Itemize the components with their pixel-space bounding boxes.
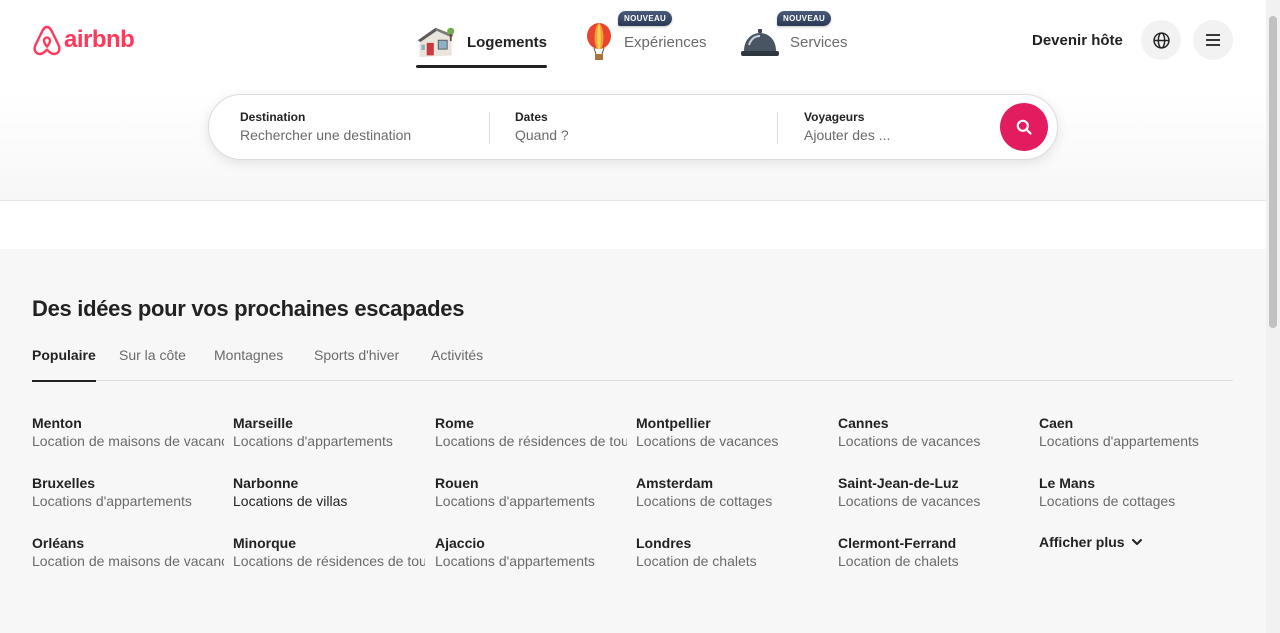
- guests-label: Voyageurs: [804, 110, 865, 124]
- dates-segment[interactable]: Dates: [515, 95, 775, 159]
- inspiration-section: Des idées pour vos prochaines escapades …: [0, 249, 1266, 633]
- destination-desc: Locations de vacances: [636, 433, 779, 449]
- destination-desc: Locations de cottages: [636, 493, 773, 509]
- header: airbnb Logements Expériences NOUVEAU Ser…: [0, 0, 1266, 201]
- destination-desc: Locations de vacances: [838, 493, 981, 509]
- destination-link[interactable]: Bruxelles Locations d'appartements: [32, 474, 224, 510]
- menu-button[interactable]: [1193, 20, 1233, 60]
- destination-desc: Location de maisons de vacances: [32, 433, 224, 449]
- tab-logements[interactable]: Logements: [416, 14, 547, 70]
- destination-desc: Locations de cottages: [1039, 493, 1176, 509]
- destination-desc: Locations d'appartements: [435, 553, 595, 569]
- destination-link[interactable]: Rome Locations de résidences de tourisme: [435, 414, 627, 450]
- destination-city: Saint-Jean-de-Luz: [838, 475, 959, 491]
- destination-link[interactable]: Amsterdam Locations de cottages: [636, 474, 828, 510]
- dates-input[interactable]: [515, 127, 745, 143]
- guests-segment[interactable]: Voyageurs: [804, 95, 984, 159]
- destination-desc: Locations de résidences de tourisme: [435, 433, 627, 449]
- tab-montagnes[interactable]: Montagnes: [214, 335, 283, 381]
- new-badge: NOUVEAU: [618, 11, 673, 26]
- destination-link[interactable]: Orléans Location de maisons de vacances: [32, 534, 224, 570]
- globe-icon: [1152, 31, 1170, 49]
- destination-city: Narbonne: [233, 475, 299, 491]
- destination-desc: Locations de villas: [233, 493, 348, 509]
- destination-desc: Locations d'appartements: [435, 493, 595, 509]
- section-title: Des idées pour vos prochaines escapades: [32, 296, 465, 321]
- destination-link[interactable]: Narbonne Locations de villas: [233, 474, 425, 510]
- destination-desc: Location de chalets: [636, 553, 757, 569]
- tab-experiences-label: Expériences: [624, 33, 707, 51]
- destination-link[interactable]: Ajaccio Locations d'appartements: [435, 534, 627, 570]
- chevron-down-icon: [1131, 539, 1142, 545]
- destination-city: Caen: [1039, 415, 1074, 431]
- tab-experiences[interactable]: Expériences NOUVEAU: [584, 11, 708, 70]
- destination-desc: Locations d'appartements: [32, 493, 192, 509]
- service-bell-icon: [741, 29, 779, 56]
- destination-city: Minorque: [233, 535, 296, 551]
- destination-link[interactable]: Menton Location de maisons de vacances: [32, 414, 224, 450]
- show-more-button[interactable]: Afficher plus: [1039, 534, 1143, 550]
- become-host-link[interactable]: Devenir hôte: [1018, 26, 1137, 54]
- destination-segment[interactable]: Destination: [240, 95, 490, 159]
- search-divider: [777, 112, 778, 144]
- destination-link[interactable]: Londres Location de chalets: [636, 534, 828, 570]
- show-more-label: Afficher plus: [1039, 534, 1125, 550]
- house-icon: [417, 27, 455, 58]
- destination-city: Clermont-Ferrand: [838, 535, 957, 551]
- destination-city: Ajaccio: [435, 535, 485, 551]
- destination-link[interactable]: Montpellier Locations de vacances: [636, 414, 828, 450]
- guests-input[interactable]: [804, 127, 974, 143]
- destination-desc: Location de maisons de vacances: [32, 553, 224, 569]
- destination-link[interactable]: Cannes Locations de vacances: [838, 414, 1030, 450]
- search-divider: [489, 112, 490, 144]
- destination-label: Destination: [240, 110, 306, 124]
- destination-city: Marseille: [233, 415, 293, 431]
- destination-desc: Locations d'appartements: [1039, 433, 1199, 449]
- destination-city: Amsterdam: [636, 475, 714, 491]
- destination-city: Menton: [32, 415, 82, 431]
- destination-city: Rome: [435, 415, 474, 431]
- hamburger-menu-icon: [1206, 34, 1220, 46]
- destination-link[interactable]: Marseille Locations d'appartements: [233, 414, 425, 450]
- destination-city: Londres: [636, 535, 692, 551]
- destination-link[interactable]: Saint-Jean-de-Luz Locations de vacances: [838, 474, 1030, 510]
- destination-link[interactable]: Minorque Locations de résidences de tour…: [233, 534, 425, 570]
- destination-link[interactable]: Caen Locations d'appartements: [1039, 414, 1231, 450]
- destination-city: Le Mans: [1039, 475, 1096, 491]
- tab-services-label: Services: [790, 33, 848, 51]
- search-icon: [1016, 119, 1032, 135]
- dates-label: Dates: [515, 110, 548, 124]
- tab-services[interactable]: Services NOUVEAU: [740, 11, 848, 70]
- destination-link[interactable]: Rouen Locations d'appartements: [435, 474, 627, 510]
- tab-sports-d-hiver[interactable]: Sports d'hiver: [314, 335, 399, 381]
- tab-sur-la-cote[interactable]: Sur la côte: [119, 335, 186, 381]
- destination-input[interactable]: [240, 127, 470, 143]
- page-scrollbar[interactable]: [1266, 0, 1280, 633]
- tab-populaire[interactable]: Populaire: [32, 335, 96, 382]
- search-bar: Destination Dates Voyageurs: [208, 94, 1058, 160]
- destination-city: Rouen: [435, 475, 479, 491]
- search-button[interactable]: [1000, 103, 1048, 151]
- destination-desc: Locations d'appartements: [233, 433, 393, 449]
- category-tabs: Populaire Sur la côte Montagnes Sports d…: [32, 335, 1233, 382]
- tab-logements-label: Logements: [466, 33, 547, 51]
- destination-city: Bruxelles: [32, 475, 96, 491]
- new-badge: NOUVEAU: [777, 11, 832, 26]
- destination-city: Cannes: [838, 415, 889, 431]
- destination-desc: Location de chalets: [838, 553, 959, 569]
- destination-city: Orléans: [32, 535, 85, 551]
- tab-activites[interactable]: Activités: [431, 335, 483, 381]
- scrollbar-thumb[interactable]: [1269, 16, 1277, 328]
- destination-link[interactable]: Clermont-Ferrand Location de chalets: [838, 534, 1030, 570]
- language-button[interactable]: [1141, 20, 1181, 60]
- destination-city: Montpellier: [636, 415, 711, 431]
- destination-link[interactable]: Le Mans Locations de cottages: [1039, 474, 1231, 510]
- hot-air-balloon-icon: [587, 23, 611, 60]
- destination-desc: Locations de résidences de tourisme: [233, 553, 425, 569]
- destination-desc: Locations de vacances: [838, 433, 981, 449]
